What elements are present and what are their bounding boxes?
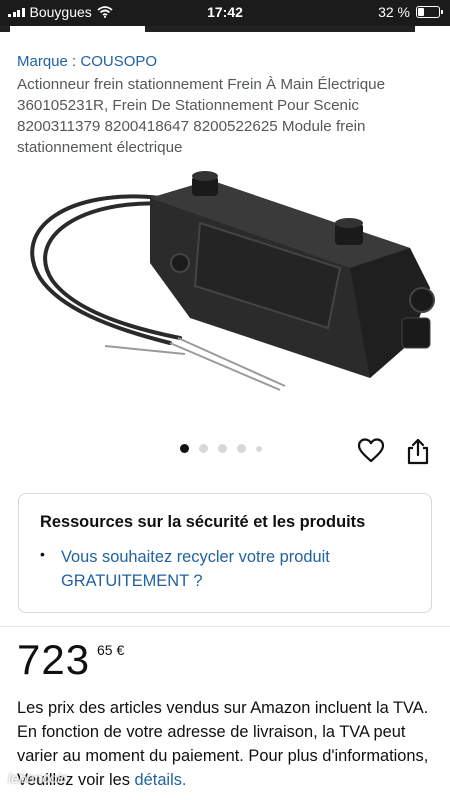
safety-resources-card: Ressources sur la sécurité et les produi… [18,493,432,613]
price-fraction: 65 € [97,642,125,658]
product-title: Actionneur frein stationnement Frein À M… [17,76,386,156]
vat-text: Les prix des articles vendus sur Amazon … [17,699,429,789]
carousel-dot[interactable] [180,444,189,453]
carousel-dot[interactable] [256,445,262,452]
heart-icon[interactable] [357,437,385,465]
carousel-dot[interactable] [237,444,246,453]
mounting-knob-right [335,218,363,245]
battery-status: 32 % [378,4,443,20]
battery-icon [416,6,443,18]
bullet: • [40,546,45,562]
price: 723 65 € [17,636,124,686]
battery-percent: 32 % [378,4,410,20]
image-carousel-indicator[interactable] [180,444,262,453]
details-link[interactable]: détails. [135,771,187,789]
recycle-product-link[interactable]: Vous souhaitez recycler votre produit GR… [61,545,411,593]
carousel-dot[interactable] [218,444,227,453]
share-icon[interactable] [405,437,431,465]
carousel-dot[interactable] [199,444,208,453]
brand-link[interactable]: Marque : COUSOPO [17,53,157,70]
mounting-knob-left [192,171,218,196]
status-bar: Bouygues 17:42 32 % [0,0,450,26]
watermark: leboncoin [8,770,68,786]
bare-wires [104,337,286,391]
divider [0,626,450,627]
product-image[interactable] [10,168,440,408]
previous-content-strip [0,26,450,40]
vat-notice: Les prix des articles vendus sur Amazon … [17,696,442,792]
card-title: Ressources sur la sécurité et les produi… [40,513,366,531]
price-whole: 723 [17,636,91,683]
actuator-body [150,180,435,378]
